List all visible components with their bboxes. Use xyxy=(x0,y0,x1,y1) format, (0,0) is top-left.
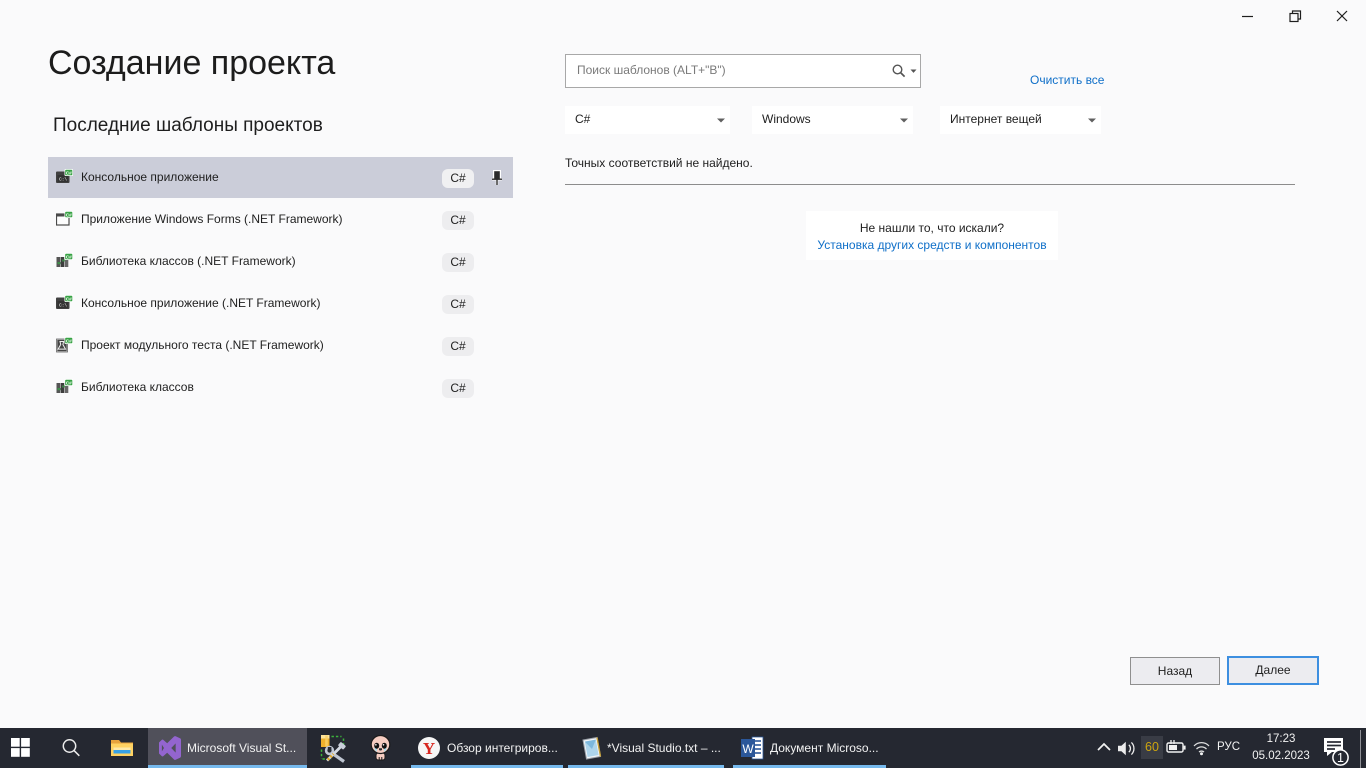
svg-text:C#: C# xyxy=(66,381,72,387)
svg-text:C#: C# xyxy=(66,213,72,219)
svg-text:Y: Y xyxy=(423,739,435,758)
svg-text:C:\: C:\ xyxy=(59,303,67,309)
svg-text:C#: C# xyxy=(66,297,72,303)
svg-text:W: W xyxy=(742,742,754,756)
svg-text:C#: C# xyxy=(66,255,72,261)
svg-text:C#: C# xyxy=(66,339,72,345)
svg-text:C:\: C:\ xyxy=(59,177,67,183)
svg-text:1: 1 xyxy=(1337,751,1344,765)
svg-text:C#: C# xyxy=(66,171,72,177)
